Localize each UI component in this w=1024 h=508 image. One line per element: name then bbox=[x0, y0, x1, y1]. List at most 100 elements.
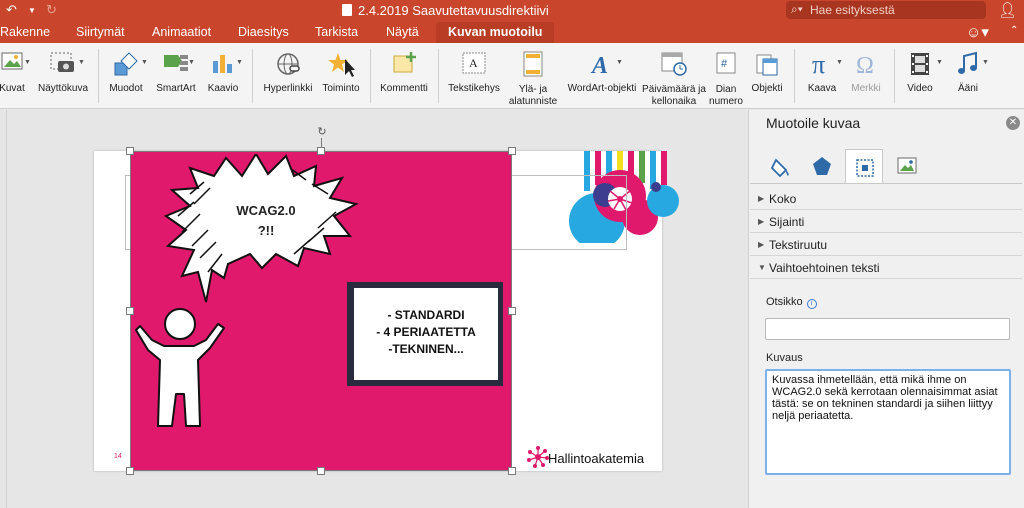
resize-handle-right[interactable] bbox=[508, 307, 516, 315]
resize-handle-top-left[interactable] bbox=[126, 147, 134, 155]
tab-siirtymat[interactable]: Siirtymät bbox=[76, 25, 125, 39]
tab-rakenne[interactable]: Rakenne bbox=[0, 25, 50, 39]
share-user-icon[interactable]: 👤︎ bbox=[998, 1, 1017, 19]
close-icon[interactable]: ✕ bbox=[1006, 116, 1020, 130]
slide-number-icon: # bbox=[716, 52, 736, 74]
collapse-ribbon-icon[interactable]: ⌃ bbox=[1010, 25, 1018, 36]
rotate-handle-icon[interactable]: ↻ bbox=[316, 126, 328, 138]
svg-text:π: π bbox=[812, 51, 825, 77]
search-input[interactable] bbox=[810, 2, 980, 18]
chevron-right-icon: ▶ bbox=[758, 194, 765, 203]
info-icon[interactable]: i bbox=[806, 299, 817, 309]
wordart-icon: A bbox=[590, 53, 608, 77]
action-button[interactable]: Toiminto bbox=[318, 43, 364, 109]
pentagon-icon bbox=[813, 157, 831, 175]
pictures-label: Kuvat bbox=[0, 83, 25, 94]
ribbon-tabs: Rakenne Siirtymät Animaatiot Diaesitys T… bbox=[0, 22, 1024, 43]
chart-button[interactable]: Kaavio bbox=[202, 43, 244, 109]
panel-divider bbox=[750, 183, 1022, 184]
title-bar: ↶ ▼ ↻ 2.4.2019 Saavutettavuusdirektiivi … bbox=[0, 0, 1024, 22]
resize-handle-top[interactable] bbox=[317, 147, 325, 155]
resize-handle-bottom-left[interactable] bbox=[126, 467, 134, 475]
resize-handle-bottom-right[interactable] bbox=[508, 467, 516, 475]
comment-icon bbox=[393, 52, 416, 73]
slide-number-button[interactable]: # Dian numero bbox=[706, 43, 746, 109]
tab-diaesitys[interactable]: Diaesitys bbox=[238, 25, 289, 39]
wordart-button[interactable]: A WordArt-objekti bbox=[562, 43, 642, 109]
chevron-down-icon[interactable]: ▼ bbox=[836, 59, 843, 66]
header-footer-button[interactable]: Ylä- ja alatunniste bbox=[504, 43, 562, 109]
chevron-down-icon[interactable]: ▼ bbox=[141, 59, 148, 66]
object-button[interactable]: Objekti bbox=[746, 43, 788, 109]
date-time-button[interactable]: Päivämäärä ja kellonaika bbox=[642, 43, 706, 109]
wordart-label: WordArt-objekti bbox=[567, 83, 637, 94]
chevron-down-icon[interactable]: ▼ bbox=[78, 59, 85, 66]
undo-icon[interactable]: ↶ bbox=[6, 2, 17, 18]
equation-label: Kaava bbox=[807, 83, 837, 94]
alt-description-textarea[interactable]: Kuvassa ihmetellään, että mikä ihme on W… bbox=[765, 369, 1011, 475]
video-label: Video bbox=[907, 83, 933, 94]
textbox-label: Tekstikehys bbox=[448, 83, 500, 94]
smartart-button[interactable]: SmartArt bbox=[150, 43, 202, 109]
redo-icon[interactable]: ↻ bbox=[46, 2, 57, 18]
svg-text:#: # bbox=[721, 58, 728, 70]
resize-handle-bottom[interactable] bbox=[317, 467, 325, 475]
chevron-down-icon[interactable]: ▼ bbox=[188, 59, 195, 66]
alt-title-input[interactable] bbox=[765, 318, 1010, 340]
ribbon-separator bbox=[370, 49, 371, 103]
equation-button[interactable]: π Kaava bbox=[800, 43, 844, 109]
document-title-text: 2.4.2019 Saavutettavuusdirektiivi bbox=[358, 3, 549, 18]
section-koko-label: Koko bbox=[769, 192, 797, 206]
audio-button[interactable]: Ääni bbox=[946, 43, 990, 109]
panel-title: Muotoile kuvaa bbox=[766, 115, 861, 131]
size-properties-icon bbox=[856, 159, 874, 177]
resize-handle-top-right[interactable] bbox=[508, 147, 516, 155]
shapes-button[interactable]: Muodot bbox=[106, 43, 146, 109]
globe-link-icon bbox=[277, 53, 300, 75]
hyperlink-button[interactable]: Hyperlinkki bbox=[258, 43, 318, 109]
tab-nayta[interactable]: Näytä bbox=[386, 25, 419, 39]
search-box[interactable]: ⌕▾ bbox=[786, 1, 986, 19]
comment-button[interactable]: Kommentti bbox=[376, 43, 432, 109]
tab-fill-line[interactable] bbox=[762, 149, 800, 183]
tab-size-properties[interactable] bbox=[845, 149, 883, 183]
ribbon-separator bbox=[252, 49, 253, 103]
brand-name: Hallintoakatemia bbox=[548, 451, 645, 466]
chevron-down-icon[interactable]: ▼ bbox=[616, 59, 623, 66]
tab-picture[interactable] bbox=[888, 149, 926, 183]
slide-number-label: Dian numero bbox=[709, 84, 743, 107]
section-tekstiruutu[interactable]: ▶ Tekstiruutu bbox=[750, 234, 1022, 256]
symbol-label: Merkki bbox=[851, 83, 881, 94]
chevron-down-icon[interactable]: ▼ bbox=[936, 59, 943, 66]
chevron-down-icon[interactable]: ▼ bbox=[24, 59, 31, 66]
smiley-feedback-icon[interactable]: ☺▾ bbox=[966, 23, 989, 41]
undo-dropdown-icon[interactable]: ▼ bbox=[28, 6, 36, 15]
section-sijainti[interactable]: ▶ Sijainti bbox=[750, 211, 1022, 233]
picture-icon bbox=[1, 52, 23, 70]
tab-tarkista[interactable]: Tarkista bbox=[315, 25, 358, 39]
chevron-right-icon: ▶ bbox=[758, 217, 765, 226]
header-footer-icon bbox=[523, 51, 543, 77]
otsikko-label-text: Otsikko bbox=[766, 296, 803, 308]
hyperlink-label: Hyperlinkki bbox=[263, 83, 313, 94]
chevron-right-icon: ▶ bbox=[758, 240, 765, 249]
ribbon-separator bbox=[438, 49, 439, 103]
chart-icon bbox=[213, 55, 232, 73]
tab-effects[interactable] bbox=[803, 149, 841, 183]
resize-handle-left[interactable] bbox=[126, 307, 134, 315]
ribbon-separator bbox=[894, 49, 895, 103]
chevron-down-icon[interactable]: ▼ bbox=[982, 59, 989, 66]
symbol-button: Ω Merkki bbox=[844, 43, 888, 109]
pictures-button[interactable]: Kuvat bbox=[0, 43, 30, 109]
chevron-down-icon[interactable]: ▼ bbox=[236, 59, 243, 66]
video-button[interactable]: Video bbox=[898, 43, 942, 109]
search-icon: ⌕▾ bbox=[791, 2, 803, 16]
ribbon-separator bbox=[98, 49, 99, 103]
textbox-button[interactable]: A Tekstikehys bbox=[444, 43, 504, 109]
thumbnail-pane-edge[interactable] bbox=[6, 110, 7, 508]
tab-animaatiot[interactable]: Animaatiot bbox=[152, 25, 211, 39]
tab-kuvan-muotoilu[interactable]: Kuvan muotoilu bbox=[436, 22, 555, 43]
section-koko[interactable]: ▶ Koko bbox=[750, 188, 1022, 210]
screenshot-button[interactable]: Näyttökuva bbox=[36, 43, 90, 109]
section-vaihtoehtoinen-teksti[interactable]: ▼ Vaihtoehtoinen teksti bbox=[750, 257, 1022, 279]
